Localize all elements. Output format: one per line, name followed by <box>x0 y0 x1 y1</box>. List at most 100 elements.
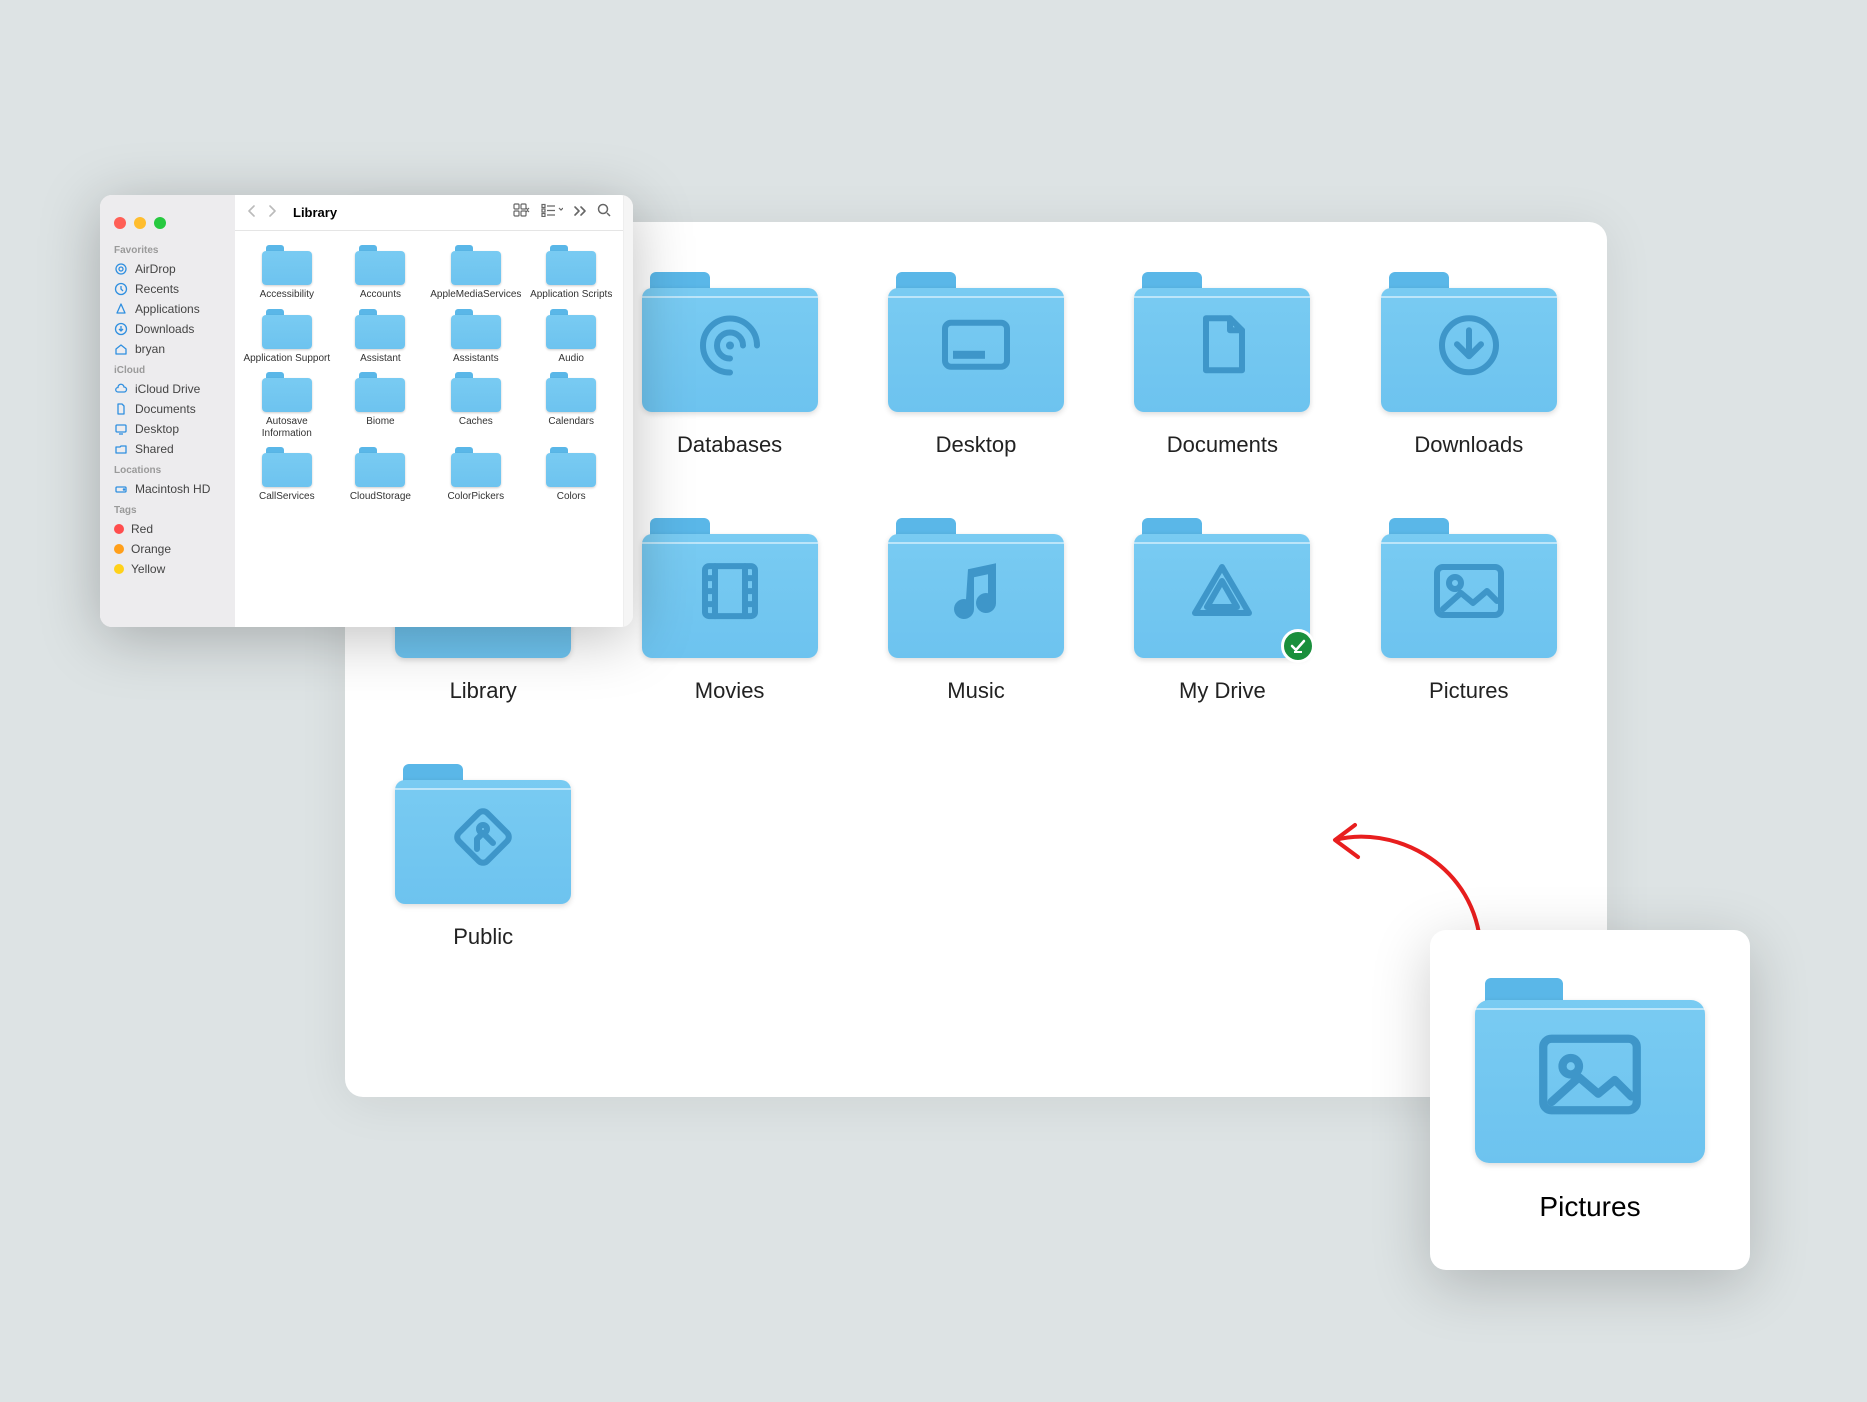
tag-dot-icon <box>114 524 124 534</box>
folder-label: CloudStorage <box>350 491 411 503</box>
sidebar-item-label: iCloud Drive <box>135 382 200 396</box>
nav-forward-icon[interactable] <box>267 204 277 221</box>
sidebar-item-label: bryan <box>135 342 165 356</box>
search-icon[interactable] <box>597 203 611 222</box>
maximize-icon[interactable] <box>154 217 166 229</box>
sidebar-item-documents[interactable]: Documents <box>100 399 235 419</box>
folder-icon <box>1134 272 1310 412</box>
finder-folder-colors[interactable]: Colors <box>527 447 615 503</box>
folder-label: Movies <box>695 678 765 704</box>
sidebar-item-applications[interactable]: Applications <box>100 299 235 319</box>
folder-my-drive[interactable]: My Drive <box>1114 518 1330 704</box>
finder-folder-biome[interactable]: Biome <box>337 372 425 439</box>
folder-public[interactable]: Public <box>375 764 591 950</box>
close-icon[interactable] <box>114 217 126 229</box>
finder-folder-calendars[interactable]: Calendars <box>527 372 615 439</box>
folder-label: Accessibility <box>260 289 314 301</box>
folder-icon <box>262 372 312 412</box>
finder-toolbar: Library <box>235 195 623 231</box>
sidebar-item-recents[interactable]: Recents <box>100 279 235 299</box>
folder-label: Autosave Information <box>243 416 331 439</box>
folder-databases[interactable]: Databases <box>621 272 837 458</box>
sidebar-item-bryan[interactable]: bryan <box>100 339 235 359</box>
folder-label: CallServices <box>259 491 315 503</box>
folder-icon <box>546 372 596 412</box>
sidebar-heading: iCloud <box>100 359 235 379</box>
folder-icon <box>355 372 405 412</box>
sidebar-item-airdrop[interactable]: AirDrop <box>100 259 235 279</box>
minimize-icon[interactable] <box>134 217 146 229</box>
folder-label: Pictures <box>1429 678 1508 704</box>
folder-label: Application Support <box>243 353 330 365</box>
sidebar-item-red[interactable]: Red <box>100 519 235 539</box>
documents-icon <box>114 402 128 416</box>
finder-folder-audio[interactable]: Audio <box>527 309 615 365</box>
folder-icon-pictures[interactable] <box>1475 978 1705 1163</box>
sidebar-item-label: Recents <box>135 282 179 296</box>
finder-folder-colorpickers[interactable]: ColorPickers <box>430 447 521 503</box>
view-icon-grid-icon[interactable] <box>513 203 531 222</box>
sidebar-item-icloud-drive[interactable]: iCloud Drive <box>100 379 235 399</box>
icloud-icon <box>114 382 128 396</box>
nav-back-icon[interactable] <box>247 204 257 221</box>
callout-label: Pictures <box>1539 1191 1640 1223</box>
finder-main: Library Accessibility Accounts AppleMediaS… <box>235 195 623 627</box>
finder-folder-assistants[interactable]: Assistants <box>430 309 521 365</box>
folder-label: ColorPickers <box>447 491 504 503</box>
sidebar-heading: Locations <box>100 459 235 479</box>
sidebar-item-desktop[interactable]: Desktop <box>100 419 235 439</box>
finder-folder-application-support[interactable]: Application Support <box>243 309 331 365</box>
finder-folder-accessibility[interactable]: Accessibility <box>243 245 331 301</box>
folder-label: Library <box>450 678 517 704</box>
folder-downloads[interactable]: Downloads <box>1361 272 1577 458</box>
sidebar-item-label: Orange <box>131 542 171 556</box>
sidebar-item-label: Documents <box>135 402 196 416</box>
sidebar-item-label: AirDrop <box>135 262 176 276</box>
finder-window: Favorites AirDrop Recents ApplicationsDownl… <box>100 195 633 627</box>
sidebar-item-downloads[interactable]: Downloads <box>100 319 235 339</box>
folder-label: Assistant <box>360 353 401 365</box>
folder-icon <box>546 245 596 285</box>
finder-folder-assistant[interactable]: Assistant <box>337 309 425 365</box>
recents-icon <box>114 282 128 296</box>
sidebar-heading: Favorites <box>100 239 235 259</box>
folder-movies[interactable]: Movies <box>621 518 837 704</box>
finder-folder-applemediaservices[interactable]: AppleMediaServices <box>430 245 521 301</box>
folder-music[interactable]: Music <box>868 518 1084 704</box>
downloads-icon <box>114 322 128 336</box>
tag-dot-icon <box>114 564 124 574</box>
scrollbar[interactable] <box>623 195 633 627</box>
folder-label: AppleMediaServices <box>430 289 521 301</box>
folder-label: Desktop <box>936 432 1017 458</box>
sidebar-item-shared[interactable]: Shared <box>100 439 235 459</box>
folder-documents[interactable]: Documents <box>1114 272 1330 458</box>
sidebar-item-macintosh-hd[interactable]: Macintosh HD <box>100 479 235 499</box>
toolbar-overflow-icon[interactable] <box>573 204 587 222</box>
folder-icon <box>642 518 818 658</box>
folder-icon <box>451 245 501 285</box>
finder-title: Library <box>293 205 337 220</box>
sidebar-item-label: Yellow <box>131 562 165 576</box>
finder-folder-accounts[interactable]: Accounts <box>337 245 425 301</box>
finder-folder-cloudstorage[interactable]: CloudStorage <box>337 447 425 503</box>
sidebar-item-orange[interactable]: Orange <box>100 539 235 559</box>
finder-folder-autosave-information[interactable]: Autosave Information <box>243 372 331 439</box>
folder-icon <box>355 447 405 487</box>
folder-pictures[interactable]: Pictures <box>1361 518 1577 704</box>
finder-folder-callservices[interactable]: CallServices <box>243 447 331 503</box>
sidebar-heading: Tags <box>100 499 235 519</box>
window-controls[interactable] <box>100 205 235 239</box>
sidebar-item-yellow[interactable]: Yellow <box>100 559 235 579</box>
airdrop-icon <box>114 262 128 276</box>
folder-label: Biome <box>366 416 394 428</box>
callout-card: Pictures <box>1430 930 1750 1270</box>
folder-label: Public <box>453 924 513 950</box>
folder-desktop[interactable]: Desktop <box>868 272 1084 458</box>
finder-sidebar: Favorites AirDrop Recents ApplicationsDownl… <box>100 195 235 627</box>
finder-folder-application-scripts[interactable]: Application Scripts <box>527 245 615 301</box>
folder-icon <box>1381 272 1557 412</box>
view-groups-icon[interactable] <box>541 203 563 222</box>
finder-folder-caches[interactable]: Caches <box>430 372 521 439</box>
annotation-arrow-icon <box>1310 810 1490 950</box>
home-icon <box>114 342 128 356</box>
